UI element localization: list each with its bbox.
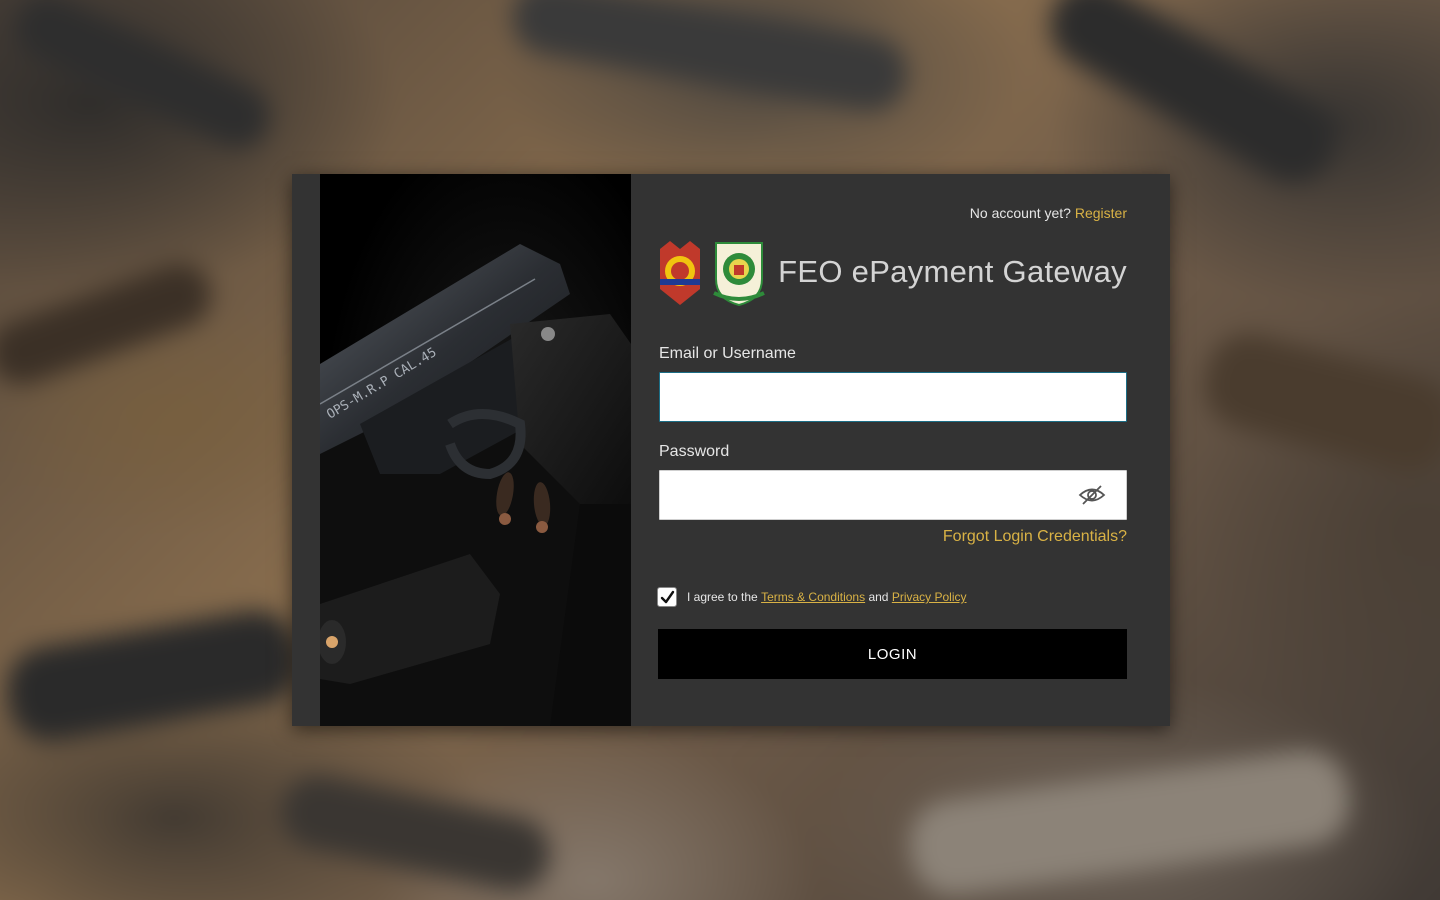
checkmark-icon [660, 590, 675, 604]
csg-seal-icon [713, 242, 765, 307]
register-link[interactable]: Register [1075, 205, 1127, 221]
agree-prefix-text: I agree to the [687, 590, 758, 604]
card-left-strip [292, 174, 320, 726]
password-field[interactable] [659, 470, 1127, 520]
login-form-panel: No account yet? Register FEO ePayment Ga… [631, 174, 1170, 726]
email-field[interactable] [659, 372, 1127, 422]
page-title: FEO ePayment Gateway [778, 254, 1127, 289]
logos [656, 239, 768, 307]
agree-row: I agree to the Terms & Conditions and Pr… [657, 587, 967, 607]
eye-off-icon[interactable] [1078, 484, 1106, 506]
login-card: OPS-M.R.P CAL.45 No account yet? Registe… [292, 174, 1170, 726]
email-label: Email or Username [659, 345, 796, 362]
forgot-credentials-link[interactable]: Forgot Login Credentials? [943, 528, 1127, 546]
register-prompt: No account yet? Register [970, 205, 1127, 221]
agree-and-text: and [868, 590, 889, 604]
no-account-text: No account yet? [969, 205, 1071, 221]
pnp-seal-icon [660, 241, 700, 305]
login-button[interactable]: LOGIN [658, 629, 1127, 679]
terms-link[interactable]: Terms & Conditions [761, 590, 865, 604]
privacy-link[interactable]: Privacy Policy [892, 590, 967, 604]
password-label: Password [659, 443, 730, 460]
agree-checkbox[interactable] [657, 587, 677, 607]
pistol-photo: OPS-M.R.P CAL.45 [320, 174, 631, 726]
